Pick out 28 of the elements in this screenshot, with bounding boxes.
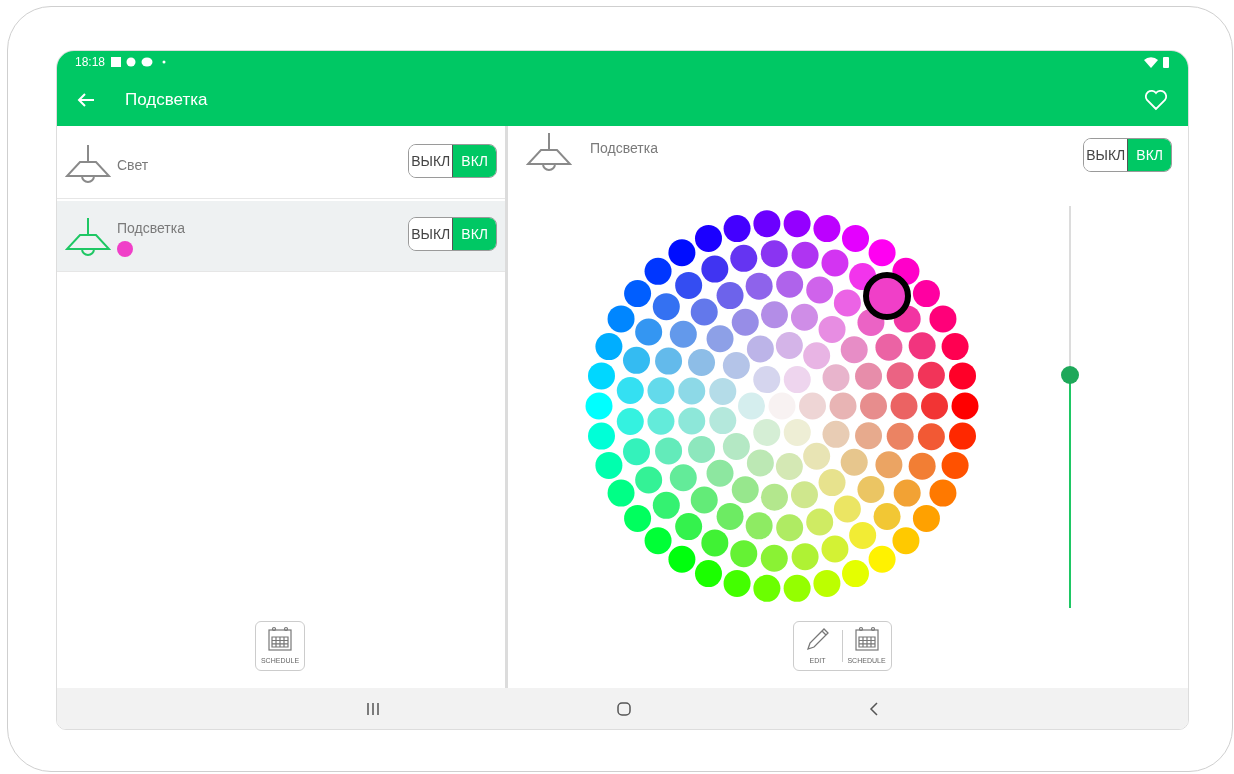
calendar-icon xyxy=(267,625,293,652)
back-icon[interactable] xyxy=(869,701,880,716)
back-arrow-icon[interactable] xyxy=(77,91,95,108)
off-label: ВЫКЛ xyxy=(409,145,454,177)
heart-icon[interactable] xyxy=(1144,88,1168,111)
device-name: Подсветка xyxy=(590,139,658,158)
brightness-slider[interactable] xyxy=(1061,206,1079,608)
on-label: ВКЛ xyxy=(1128,139,1171,171)
on-off-switch[interactable]: ВЫКЛ ВКЛ xyxy=(408,144,497,178)
recent-apps-icon[interactable] xyxy=(365,701,380,716)
device-row[interactable]: Подсветка ВЫКЛ ВКЛ xyxy=(57,201,505,272)
device-name: Подсветка xyxy=(117,219,185,238)
off-label: ВЫКЛ xyxy=(1084,139,1129,171)
on-off-switch[interactable]: ВЫКЛ ВКЛ xyxy=(408,217,497,251)
device-name: Свет xyxy=(117,156,149,175)
off-label: ВЫКЛ xyxy=(409,218,454,250)
status-time: 18:18 xyxy=(75,54,106,71)
lamp-icon xyxy=(65,217,111,259)
on-off-switch[interactable]: ВЫКЛ ВКЛ xyxy=(1083,138,1172,172)
slider-thumb[interactable] xyxy=(1061,365,1079,384)
wifi-battery-icons xyxy=(1144,56,1170,68)
calendar-icon xyxy=(853,625,880,652)
home-icon[interactable] xyxy=(617,701,632,716)
app-title: Подсветка xyxy=(125,88,208,111)
lamp-icon xyxy=(526,132,572,174)
lamp-icon xyxy=(65,144,111,186)
on-label: ВКЛ xyxy=(453,145,496,177)
on-label: ВКЛ xyxy=(453,218,496,250)
